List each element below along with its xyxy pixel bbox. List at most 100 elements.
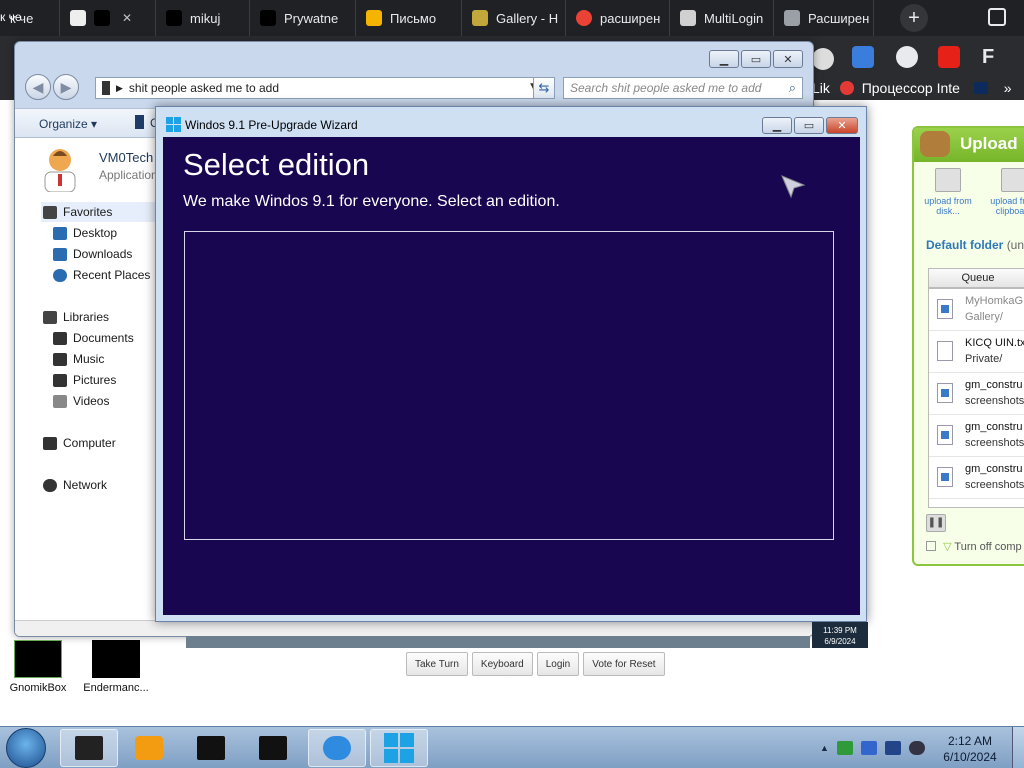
refresh-button[interactable]: ⇆ xyxy=(533,77,555,99)
nav-item-documents[interactable]: Documents xyxy=(53,328,134,348)
taskbar-item[interactable] xyxy=(308,729,366,767)
vm-clock: 11:39 PM 6/9/2024 xyxy=(812,622,868,648)
browser-tab[interactable]: Письмо xyxy=(356,0,462,36)
yandex-icon xyxy=(576,10,592,26)
maximize-button[interactable]: ▭ xyxy=(741,50,771,68)
button-label: Keyboard xyxy=(480,658,524,670)
upload-panel: Upload upload from disk... upload from c… xyxy=(912,126,1024,566)
show-desktop-button[interactable] xyxy=(1012,727,1024,768)
queue-item[interactable]: KICQ UIN.tx Private/ xyxy=(929,331,1024,373)
action-center-icon[interactable] xyxy=(860,741,877,755)
nav-item-recent-places[interactable]: Recent Places xyxy=(53,265,150,285)
desktop-icon xyxy=(53,226,67,240)
close-button[interactable]: ✕ xyxy=(826,117,858,134)
edition-list[interactable] xyxy=(184,231,834,540)
cloud-icon[interactable] xyxy=(812,48,834,70)
bookmark-item[interactable]: Lik xyxy=(812,80,830,96)
browser-tab[interactable]: Gallery - H xyxy=(462,0,566,36)
pause-button[interactable]: ❚❚ xyxy=(926,514,946,532)
tab-title: Письмо xyxy=(390,10,437,26)
wizard-title: Windos 9.1 Pre-Upgrade Wizard xyxy=(185,118,358,132)
nav-label: Downloads xyxy=(73,247,133,261)
tab-search-icon[interactable] xyxy=(988,8,1006,26)
maximize-button[interactable]: ▭ xyxy=(794,117,824,134)
queue-item[interactable]: gm_constru screenshots/ xyxy=(929,373,1024,415)
nav-item-network[interactable]: Network xyxy=(43,475,107,495)
desktop-icon-gnomikbox[interactable]: GnomikBox xyxy=(0,640,76,694)
keyboard-button[interactable]: Keyboard xyxy=(471,652,533,676)
volume-icon[interactable] xyxy=(908,741,925,755)
system-clock[interactable]: 2:12 AM 6/10/2024 xyxy=(938,733,1002,765)
new-tab-button[interactable]: + xyxy=(900,4,928,32)
upload-from-clipboard-button[interactable]: upload from clipboard xyxy=(984,168,1024,216)
more-bookmarks-button[interactable]: » xyxy=(1004,80,1012,96)
file-path: screenshots/ xyxy=(965,479,1024,491)
nav-item-libraries[interactable]: Libraries xyxy=(43,307,109,327)
toolbar-item-icon xyxy=(135,115,144,129)
browser-tab[interactable]: ✕ xyxy=(60,0,156,36)
cursor-extension-icon[interactable] xyxy=(896,46,918,68)
endermanch-icon xyxy=(92,640,140,678)
tab-favicon-icon xyxy=(70,10,86,26)
image-file-icon xyxy=(937,425,953,445)
taskbar-item[interactable] xyxy=(244,729,302,767)
checkbox[interactable] xyxy=(926,541,936,551)
youtube-icon[interactable] xyxy=(938,46,960,68)
nav-item-videos[interactable]: Videos xyxy=(53,391,109,411)
nav-label: Pictures xyxy=(73,373,117,387)
browser-tab[interactable]: Расширен xyxy=(774,0,874,36)
clipboard-icon xyxy=(1001,168,1024,192)
taskbar-item[interactable] xyxy=(60,729,118,767)
login-button[interactable]: Login xyxy=(536,652,580,676)
nav-item-downloads[interactable]: Downloads xyxy=(53,244,132,264)
breadcrumb[interactable]: shit people asked me to add xyxy=(129,81,279,95)
start-button[interactable] xyxy=(6,728,46,768)
status-bar xyxy=(15,620,813,636)
close-button[interactable]: ✕ xyxy=(773,50,803,68)
tab-close-icon[interactable]: ✕ xyxy=(122,11,132,25)
program-type: Application xyxy=(99,168,158,182)
queue-item[interactable]: gm_constru screenshots/ xyxy=(929,415,1024,457)
clock-date: 6/10/2024 xyxy=(943,750,997,764)
desktop-icon-endermanch[interactable]: Endermanc... xyxy=(78,640,154,694)
f-extension-icon[interactable]: F xyxy=(982,46,1004,68)
address-bar[interactable]: ▶ shit people asked me to add ▼ xyxy=(95,77,545,99)
taskbar-item[interactable] xyxy=(120,729,178,767)
network-status-icon[interactable] xyxy=(836,741,853,755)
search-input[interactable]: Search shit people asked me to add ⌕ xyxy=(563,77,803,99)
browser-tab[interactable]: расширен xyxy=(566,0,670,36)
translate-icon[interactable] xyxy=(852,46,874,68)
default-folder-value: (un xyxy=(1006,238,1024,252)
taskbar-item[interactable] xyxy=(370,729,428,767)
nav-item-pictures[interactable]: Pictures xyxy=(53,370,116,390)
tab-title: Gallery - H xyxy=(496,10,559,26)
media-player-icon xyxy=(135,736,163,760)
bookmark-item[interactable]: Процессор Inte xyxy=(862,80,960,96)
upload-from-disk-button[interactable]: upload from disk... xyxy=(918,168,978,216)
mail-icon xyxy=(366,10,382,26)
nav-item-computer[interactable]: Computer xyxy=(43,433,116,453)
taskbar-item[interactable] xyxy=(182,729,240,767)
minimize-button[interactable]: ▁ xyxy=(709,50,739,68)
vote-reset-button[interactable]: Vote for Reset xyxy=(583,652,665,676)
browser-tab[interactable]: MultiLogin xyxy=(670,0,774,36)
breadcrumb-arrow-icon[interactable]: ▶ xyxy=(116,83,123,94)
nav-item-desktop[interactable]: Desktop xyxy=(53,223,117,243)
browser-tab[interactable]: mikuj xyxy=(156,0,250,36)
take-turn-button[interactable]: Take Turn xyxy=(406,652,468,676)
forward-button[interactable]: ▶ xyxy=(53,74,79,100)
show-hidden-icons-icon[interactable]: ▲ xyxy=(820,743,829,753)
organize-menu[interactable]: Organize ▾ xyxy=(39,117,97,131)
display-icon[interactable] xyxy=(884,741,901,755)
search-icon[interactable]: ⌕ xyxy=(789,80,796,96)
queue-item[interactable]: MyHomkaG Gallery/ xyxy=(929,289,1024,331)
browser-tab[interactable]: Prywatne xyxy=(250,0,356,36)
app-icon xyxy=(75,736,103,760)
queue-item[interactable]: gm_constru screenshots/ xyxy=(929,457,1024,499)
back-button[interactable]: ◀ xyxy=(25,74,51,100)
minimize-button[interactable]: ▁ xyxy=(762,117,792,134)
image-file-icon xyxy=(937,383,953,403)
default-folder-link[interactable]: Default folder (un xyxy=(926,238,1024,252)
nav-item-music[interactable]: Music xyxy=(53,349,104,369)
turn-off-computer-option[interactable]: ▽ Turn off comp xyxy=(926,540,1022,553)
